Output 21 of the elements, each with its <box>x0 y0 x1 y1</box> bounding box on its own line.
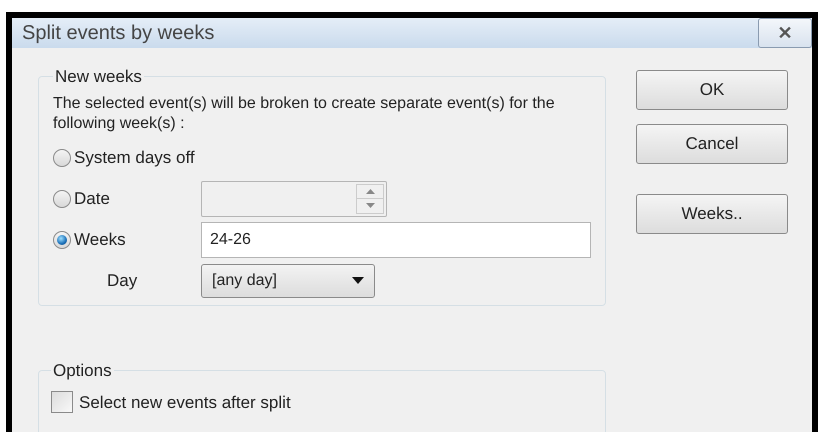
radio-label: Date <box>74 188 110 210</box>
dialog-button[interactable]: Cancel <box>636 124 788 164</box>
checkbox[interactable] <box>51 391 73 414</box>
radio-label: Weeks <box>74 228 126 251</box>
group-legend: New weeks <box>53 64 144 90</box>
down-arrow-icon <box>366 203 374 208</box>
dialog-button[interactable]: Weeks.. <box>636 194 788 234</box>
description-text: The selected event(s) will be broken to create separate event(s) for the following week(s) : <box>53 94 556 134</box>
close-button[interactable]: ✕ <box>758 18 812 48</box>
checkbox-label: Select new events after split <box>79 392 291 414</box>
group-legend: Options <box>51 358 114 384</box>
day-label: Day <box>106 270 138 292</box>
day-dropdown[interactable]: [any day] <box>201 264 375 298</box>
dropdown-arrow-icon <box>352 277 364 284</box>
dialog-button[interactable]: OK <box>636 70 788 110</box>
window-title: Split events by weeks <box>22 21 214 46</box>
radio-label: System days off <box>74 146 195 169</box>
radio-button[interactable] <box>53 230 71 248</box>
radio-button[interactable] <box>53 148 71 166</box>
weeks-input[interactable]: 24-26 <box>201 222 591 258</box>
up-arrow-icon <box>366 188 374 194</box>
